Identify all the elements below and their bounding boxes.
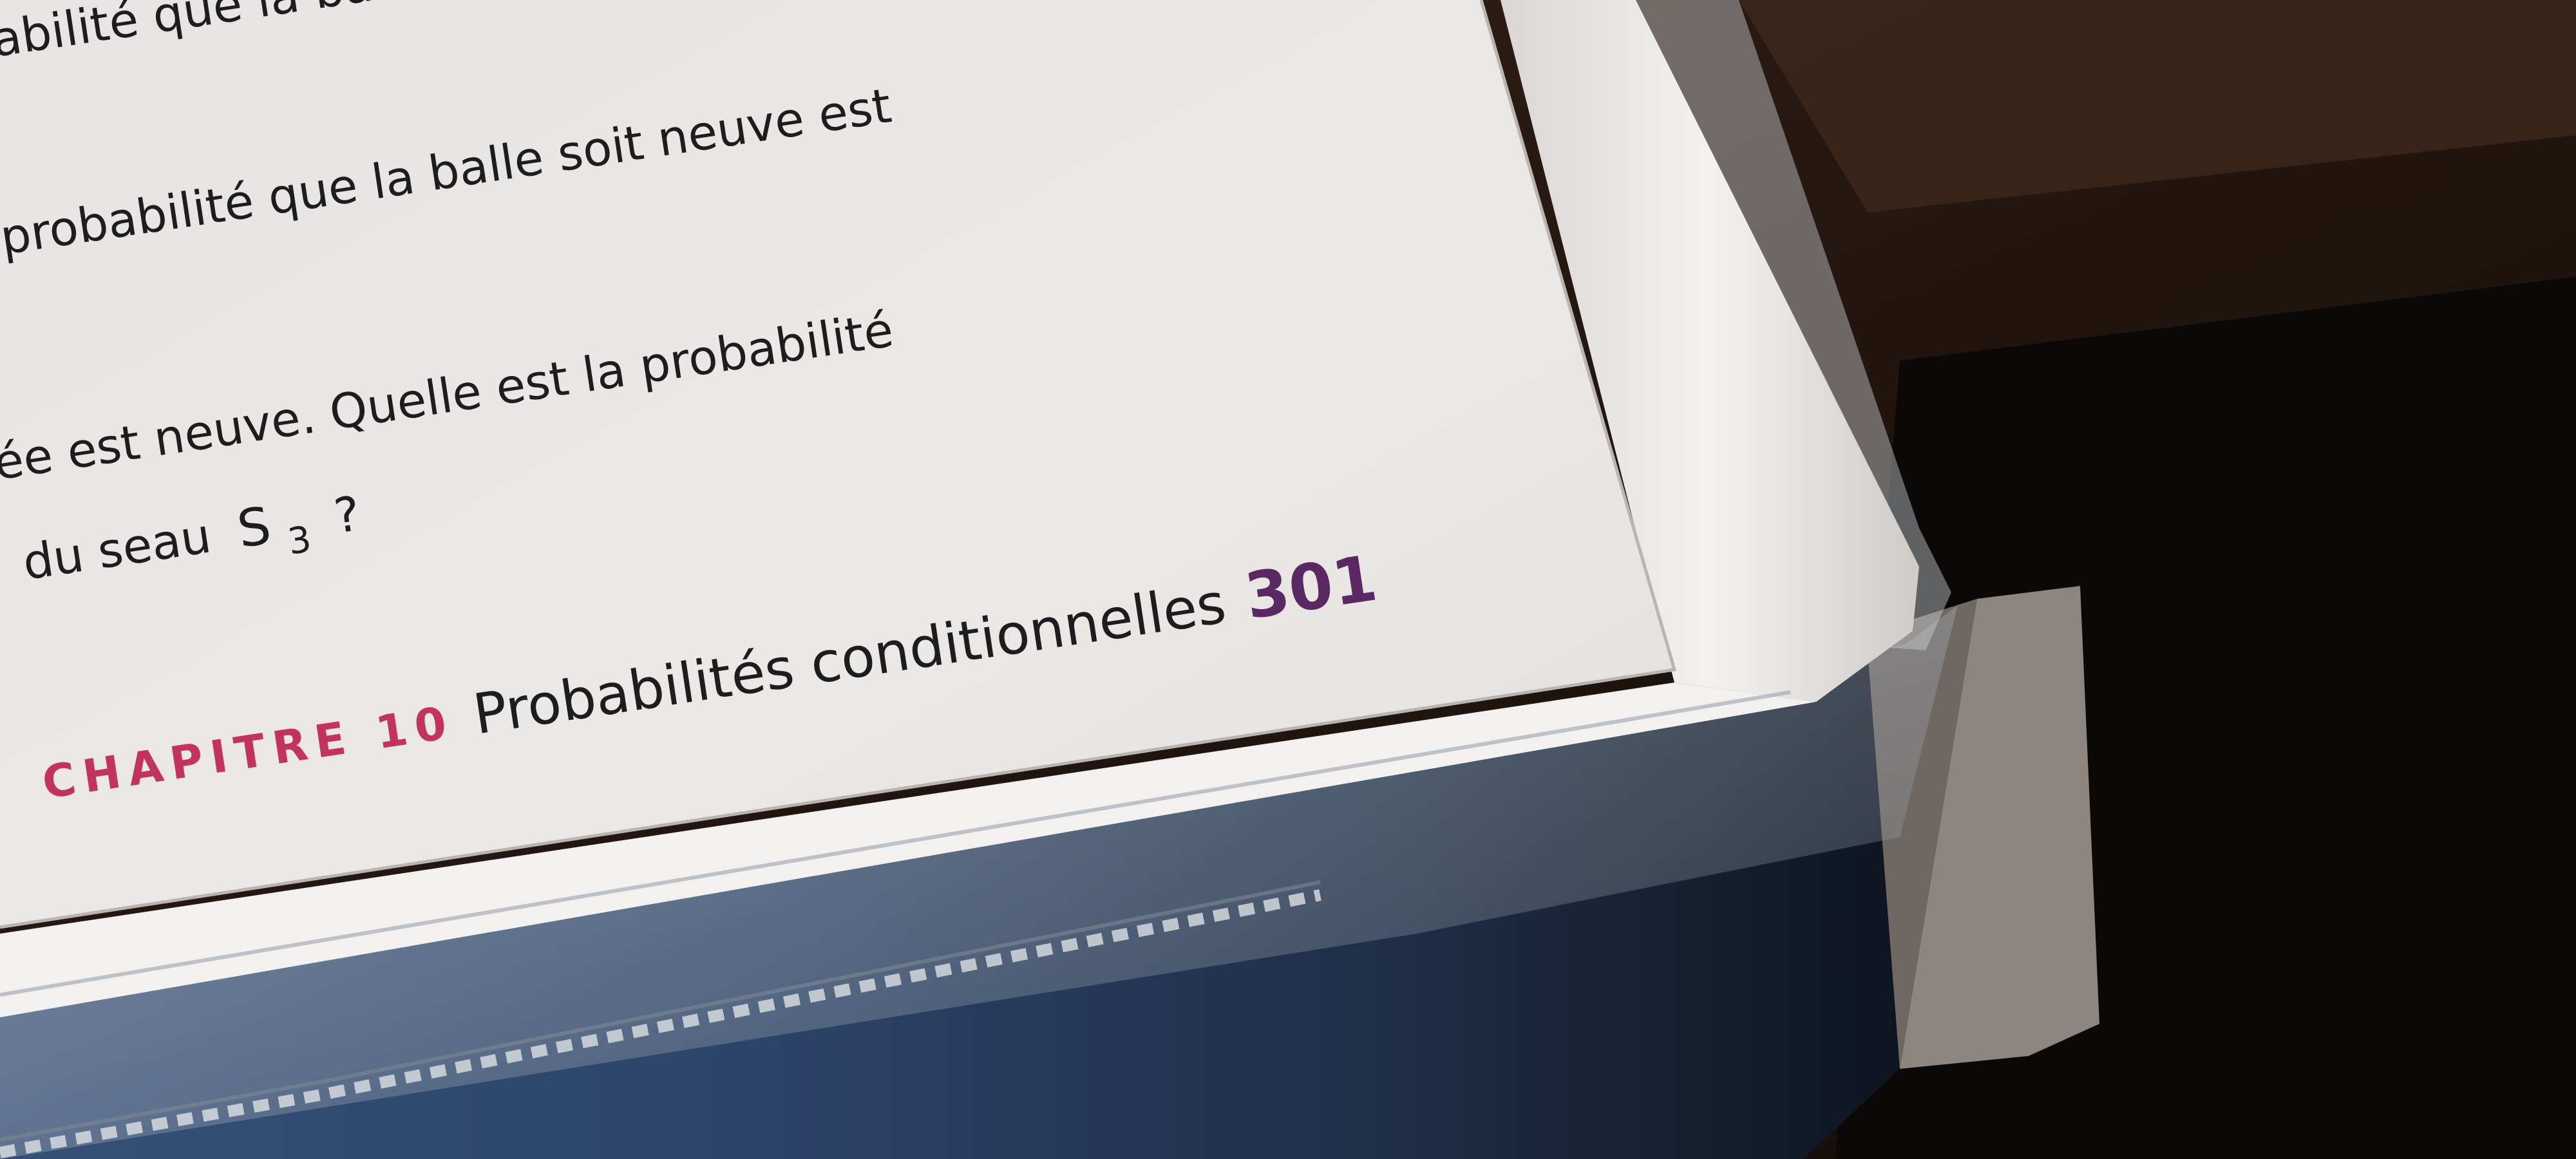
book-corner-photo: abilité que la balle soit n probabilité … [0,0,2576,1159]
